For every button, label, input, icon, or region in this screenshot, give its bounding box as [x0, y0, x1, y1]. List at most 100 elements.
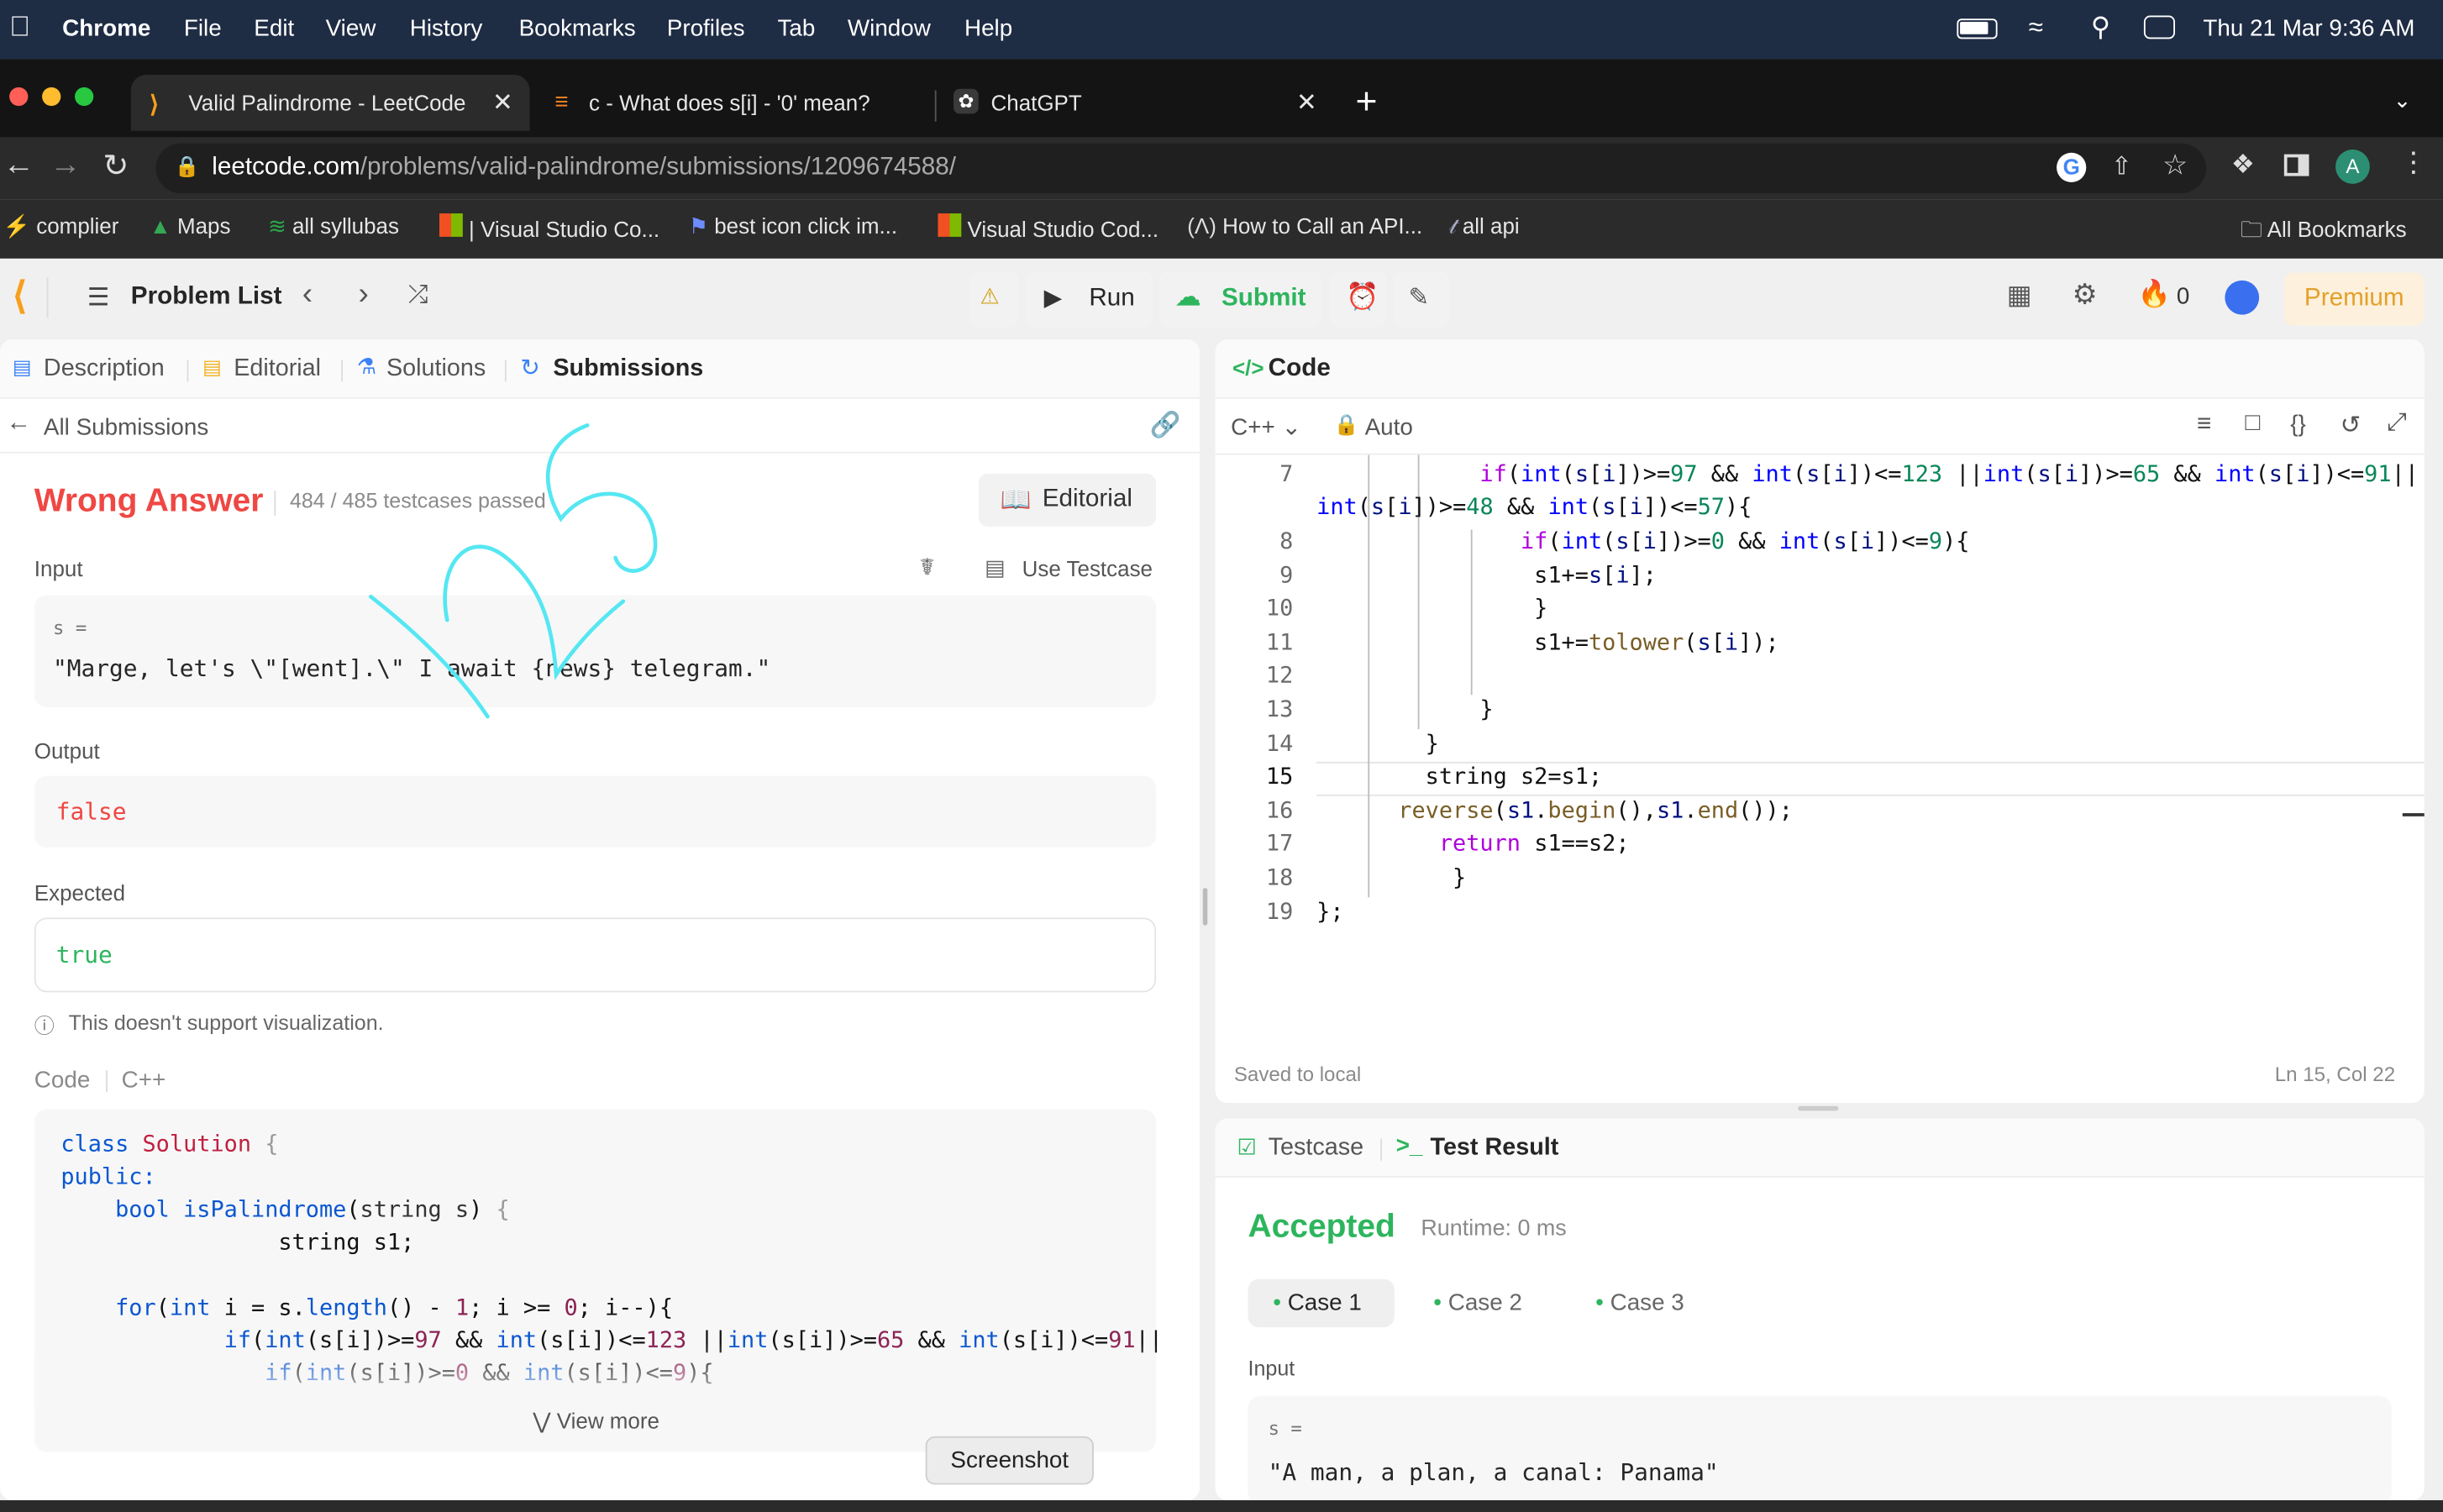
menu-view[interactable]: View: [326, 16, 376, 43]
submit-button[interactable]: ☁ Submit: [1158, 270, 1321, 328]
forward-icon[interactable]: →: [50, 148, 81, 184]
editor-code-line: if(int(s[i])>=0 && int(s[i])<=9){: [1520, 529, 1970, 555]
case-tab-1[interactable]: • Case 1: [1248, 1278, 1395, 1328]
chrome-menu-icon[interactable]: ⋮: [2399, 146, 2427, 179]
debug-bug-icon[interactable]: ☤: [919, 553, 935, 581]
tab-valid-palindrome[interactable]: ⟩ Valid Palindrome - LeetCode ✕: [130, 75, 530, 131]
code-line: string s1;: [60, 1231, 415, 1256]
shuffle-icon[interactable]: ⤮: [408, 282, 428, 310]
tab-solutions[interactable]: Solutions: [386, 355, 486, 383]
editorial-button[interactable]: 📖 Editorial: [978, 473, 1157, 527]
timer-button[interactable]: ⏰: [1330, 270, 1387, 328]
language-select[interactable]: C++ ⌄: [1231, 412, 1301, 441]
share-link-icon[interactable]: 🔗: [1150, 410, 1181, 441]
menu-clock[interactable]: Thu 21 Mar 9:36 AM: [2203, 16, 2414, 43]
bookmark-maps[interactable]: ▲ Maps: [150, 213, 230, 239]
menu-app-name[interactable]: Chrome: [62, 16, 150, 43]
extensions-icon[interactable]: ❖: [2231, 150, 2255, 181]
lock-icon[interactable]: 🔒: [175, 155, 200, 180]
tab-search-chevron-icon[interactable]: ⌄: [2393, 87, 2412, 114]
window-close-icon[interactable]: [9, 87, 29, 107]
apple-icon[interactable]: : [9, 11, 30, 44]
menu-help[interactable]: Help: [964, 16, 1012, 43]
lock-icon: 🔒: [1333, 412, 1359, 437]
layout-icon[interactable]: ▦: [2007, 281, 2032, 312]
notes-button[interactable]: ✎: [1393, 270, 1449, 328]
bookmark-all-api[interactable]: 𝓉 all api: [1449, 213, 1520, 240]
case-tab-2[interactable]: • Case 2: [1433, 1290, 1522, 1317]
bookmark-complier[interactable]: ⚡ complier: [3, 213, 119, 240]
window-zoom-icon[interactable]: [75, 87, 94, 107]
tab-test-result[interactable]: Test Result: [1431, 1134, 1559, 1162]
menu-profiles[interactable]: Profiles: [667, 16, 745, 43]
user-avatar[interactable]: [2225, 280, 2260, 315]
new-tab-icon[interactable]: +: [1355, 81, 1377, 124]
tab-editorial[interactable]: Editorial: [234, 355, 321, 383]
nav-divider: [46, 277, 49, 318]
search-icon[interactable]: ⚲: [2091, 13, 2110, 44]
line-number: 12: [1265, 664, 1294, 689]
browser-tab-bar: ⟩ Valid Palindrome - LeetCode ✕ ≡ c - Wh…: [0, 59, 2443, 140]
description-icon: ▤: [12, 354, 32, 379]
menu-bookmarks[interactable]: Bookmarks: [519, 16, 636, 43]
tab-submissions[interactable]: Submissions: [553, 355, 703, 383]
profile-avatar[interactable]: A: [2335, 150, 2370, 184]
bookmark-all-syllubas[interactable]: ≋ all syllubas: [268, 213, 399, 240]
all-bookmarks-button[interactable]: 🗀 All Bookmarks: [2241, 213, 2407, 251]
menu-history[interactable]: History: [410, 16, 483, 43]
format-icon[interactable]: ≡: [2197, 412, 2211, 439]
back-arrow-icon[interactable]: ←: [6, 410, 31, 438]
battery-icon[interactable]: [1957, 18, 1998, 45]
wifi-icon[interactable]: ≈: [2029, 13, 2043, 44]
run-button[interactable]: ▶ Run: [1025, 270, 1153, 328]
tab-chatgpt[interactable]: ✿ ChatGPT ✕: [941, 75, 1331, 131]
editor-code-line: int(s[i])>=48 && int(s[i])<=57){: [1316, 495, 1752, 521]
editor-code-line: }: [1316, 732, 1439, 758]
tab-close-icon[interactable]: ✕: [1296, 87, 1317, 118]
braces-icon[interactable]: {}: [2290, 412, 2306, 438]
url-bar[interactable]: 🔒 leetcode.com/problems/valid-palindrome…: [155, 143, 2207, 193]
share-icon[interactable]: ⇧: [2111, 151, 2132, 182]
prev-problem-icon[interactable]: ‹: [302, 277, 313, 313]
bookmark-visual-studio-2[interactable]: Visual Studio Cod...: [938, 213, 1158, 241]
output-box: false: [34, 775, 1157, 848]
bookmark-icon[interactable]: □: [2245, 410, 2260, 438]
back-icon[interactable]: ←: [3, 148, 34, 184]
panel-resize-handle[interactable]: [1202, 888, 1208, 926]
tab-description[interactable]: Description: [44, 355, 165, 383]
reload-icon[interactable]: ↻: [102, 146, 129, 185]
bookmark-call-api[interactable]: (Λ) How to Call an API...: [1187, 213, 1422, 239]
debug-button[interactable]: ⚠: [969, 270, 1019, 328]
maps-icon: ▲: [150, 213, 171, 239]
problem-list-icon[interactable]: ☰: [87, 282, 110, 313]
leetcode-logo[interactable]: ⟨: [13, 274, 27, 319]
case-tab-3[interactable]: • Case 3: [1595, 1290, 1684, 1317]
vertical-resize-handle[interactable]: [1798, 1105, 1839, 1111]
problem-list-link[interactable]: Problem List: [131, 284, 282, 312]
menu-tab[interactable]: Tab: [777, 16, 815, 43]
window-minimize-icon[interactable]: [42, 87, 61, 107]
side-panel-icon[interactable]: [2283, 154, 2309, 176]
menu-window[interactable]: Window: [848, 16, 931, 43]
reset-icon[interactable]: ↺: [2341, 410, 2362, 441]
menu-file[interactable]: File: [184, 16, 222, 43]
use-testcase-button[interactable]: Use Testcase: [1022, 556, 1153, 581]
next-problem-icon[interactable]: ›: [359, 277, 369, 313]
view-more-button[interactable]: ⋁ View more: [533, 1409, 659, 1436]
all-submissions-link[interactable]: All Submissions: [44, 414, 208, 441]
google-lens-icon[interactable]: G: [2057, 152, 2087, 182]
tab-testcase[interactable]: Testcase: [1269, 1134, 1363, 1162]
auto-mode[interactable]: Auto: [1365, 414, 1413, 441]
bookmark-star-icon[interactable]: ☆: [2162, 150, 2188, 182]
fullscreen-icon[interactable]: ⤢: [2387, 410, 2407, 438]
streak-flame-icon[interactable]: 🔥: [2138, 279, 2171, 310]
menu-edit[interactable]: Edit: [254, 16, 294, 43]
bookmark-visual-studio-1[interactable]: | Visual Studio Co...: [439, 213, 659, 241]
control-center-icon[interactable]: [2143, 15, 2176, 45]
settings-gear-icon[interactable]: ⚙: [2073, 279, 2098, 312]
premium-button[interactable]: Premium: [2283, 272, 2425, 326]
tab-stackoverflow[interactable]: ≡ c - What does s[i] - '0' mean?: [539, 75, 929, 131]
tab-close-icon[interactable]: ✕: [492, 87, 513, 118]
code-line: public:: [60, 1165, 156, 1190]
bookmark-best-icon[interactable]: ⚑ best icon click im...: [689, 213, 897, 240]
